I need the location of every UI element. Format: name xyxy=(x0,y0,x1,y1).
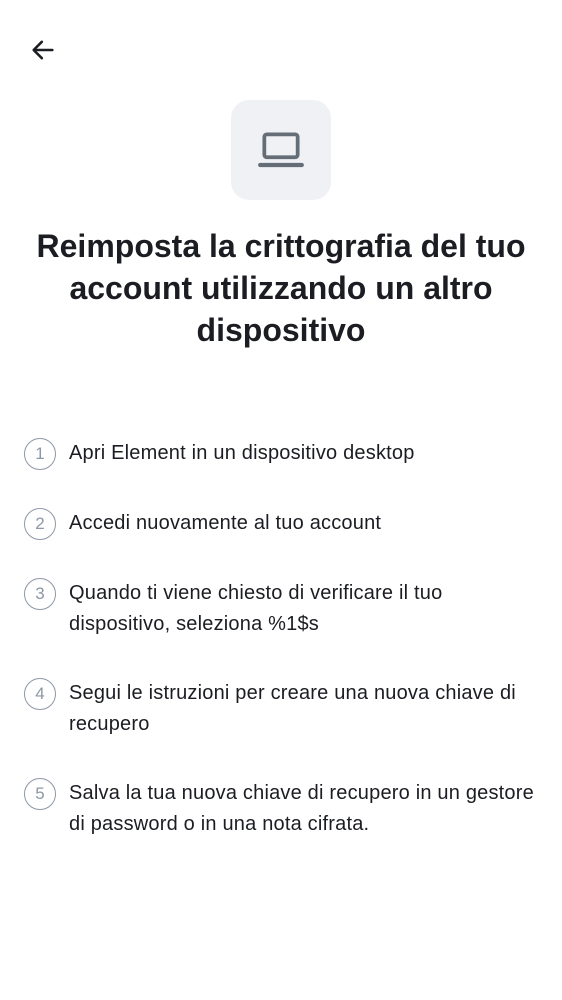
step-number-badge: 1 xyxy=(24,438,56,470)
list-item: 3 Quando ti viene chiesto di verificare … xyxy=(24,578,544,640)
step-text: Accedi nuovamente al tuo account xyxy=(69,512,382,534)
step-number-badge: 5 xyxy=(24,778,56,810)
list-item: 5 Salva la tua nuova chiave di recupero … xyxy=(24,778,544,840)
back-button[interactable] xyxy=(22,29,64,71)
step-number-badge: 3 xyxy=(24,578,56,610)
list-item: 1 Apri Element in un dispositivo desktop xyxy=(24,438,544,470)
step-text: Segui le istruzioni per creare una nuova… xyxy=(69,682,516,735)
step-text: Salva la tua nuova chiave di recupero in… xyxy=(69,782,534,835)
hero-icon-container xyxy=(231,100,331,200)
page-title: Reimposta la crittografia del tuo accoun… xyxy=(36,228,526,348)
reset-encryption-screen: Reimposta la crittografia del tuo accoun… xyxy=(0,0,562,1000)
arrow-left-icon xyxy=(32,40,54,60)
step-number-badge: 2 xyxy=(24,508,56,540)
step-number-badge: 4 xyxy=(24,678,56,710)
list-item: 2 Accedi nuovamente al tuo account xyxy=(24,508,544,540)
step-text: Apri Element in un dispositivo desktop xyxy=(69,442,415,464)
step-text: Quando ti viene chiesto di verificare il… xyxy=(69,582,443,635)
list-item: 4 Segui le istruzioni per creare una nuo… xyxy=(24,678,544,740)
laptop-icon xyxy=(258,132,304,168)
steps-list: 1 Apri Element in un dispositivo desktop… xyxy=(24,438,544,878)
